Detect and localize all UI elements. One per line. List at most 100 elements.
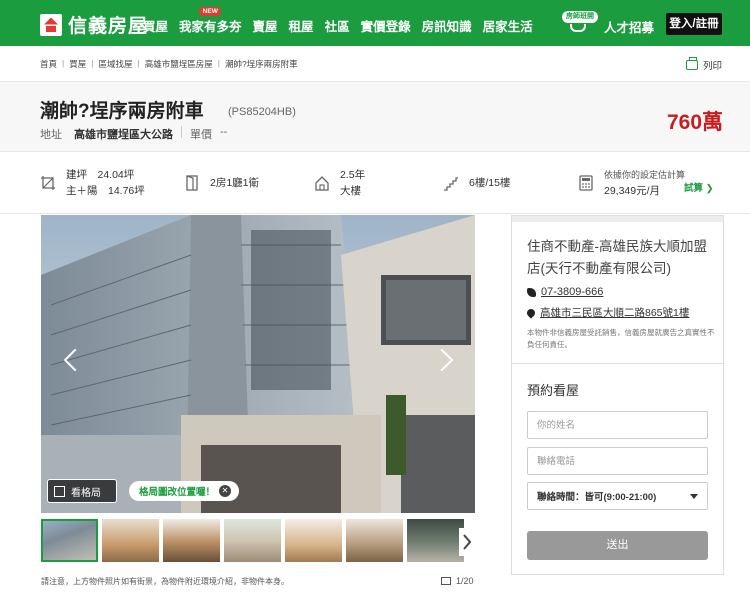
breadcrumb-separator: | — [137, 58, 140, 68]
nav-item-knowledge[interactable]: 房訊知識 — [422, 16, 472, 35]
thumbnail[interactable] — [285, 519, 342, 562]
image-icon — [441, 577, 451, 585]
building-age: 2.5年 — [340, 169, 366, 181]
main-area: 主＋陽 14.76坪 — [66, 185, 145, 197]
floorplan-tip: 格局圖改位置囉！ ✕ — [129, 481, 240, 501]
nav-item-hot[interactable]: NEW 我家有多夯 — [179, 7, 242, 35]
nav-label: 社區 — [324, 20, 350, 34]
breadcrumb-separator: | — [91, 58, 94, 68]
area-info: 建坪 24.04坪 主＋陽 14.76坪 — [40, 167, 145, 199]
thumbnail[interactable] — [346, 519, 403, 562]
agent-address[interactable]: 高雄市三民區大順二路865號1樓 — [525, 305, 690, 320]
house-icon — [315, 176, 329, 191]
listing-header: 潮帥?埕序兩房附車 (PS85204HB) 地址 高雄市鹽埕區大公路 單價 --… — [0, 82, 750, 152]
breadcrumb-buy[interactable]: 買屋 — [69, 58, 86, 70]
thumbnail[interactable] — [407, 519, 464, 562]
agent-address-text: 高雄市三民區大順二路865號1樓 — [540, 307, 690, 319]
nav-label: 居家生活 — [482, 20, 533, 34]
recruit-label: 人才招募 — [604, 21, 655, 35]
floorplan-button[interactable]: 看格局 — [47, 479, 117, 503]
age-text: 2.5年 大樓 — [340, 167, 365, 199]
floorplan-tip-text: 格局圖改位置囉！ — [139, 487, 216, 498]
agent-name: 住商不動產-高雄民族大順加盟店(天行不動產有限公司) — [527, 239, 707, 276]
breadcrumb-area[interactable]: 區域找屋 — [98, 58, 132, 70]
main-nav: 買屋 NEW 我家有多夯 賣屋 租屋 社區 實價登錄 房訊知識 居家生活 — [143, 7, 544, 35]
floorplan-label: 看格局 — [71, 487, 101, 499]
print-label: 列印 — [703, 61, 723, 72]
print-button[interactable]: 列印 — [686, 57, 723, 72]
mortgage-text: 依據你的設定估計算 29,349元/月 — [604, 167, 685, 199]
nav-item-sell[interactable]: 賣屋 — [253, 16, 278, 35]
photo-counter-text: 1/20 — [456, 576, 474, 586]
nav-label: 我家有多夯 — [179, 20, 242, 34]
nav-item-price-records[interactable]: 實價登錄 — [361, 16, 411, 35]
smile-icon — [570, 24, 586, 32]
nav-item-living[interactable]: 居家生活 — [483, 16, 533, 35]
agent-card-top — [512, 216, 723, 222]
calculate-link[interactable]: 試算 ❯ — [684, 180, 714, 194]
new-badge: NEW — [199, 7, 221, 16]
building-photo — [41, 215, 475, 513]
mortgage-note: 依據你的設定估計算 — [604, 170, 686, 180]
area-icon — [41, 176, 55, 190]
nav-item-community[interactable]: 社區 — [325, 16, 350, 35]
contact-time-value: 聯絡時間：皆可(9:00-21:00) — [537, 492, 657, 503]
nav-label: 房訊知識 — [421, 20, 472, 34]
booking-title: 預約看屋 — [527, 383, 580, 398]
nav-item-buy[interactable]: 買屋 — [143, 16, 168, 35]
floorplan-icon — [54, 485, 65, 497]
agent-disclaimer: 本物件非信義房屋受託銷售，信義房屋就廣告之真實性不負任何責任。 — [527, 328, 715, 349]
floor-text: 6樓/15樓 — [469, 177, 511, 189]
agent-phone[interactable]: 07-3809-666 — [527, 286, 603, 298]
breadcrumb-district[interactable]: 高雄市鹽埕區房屋 — [145, 58, 213, 70]
breadcrumb-separator: | — [62, 58, 65, 68]
layout-text: 2房1廳1衛 — [210, 177, 260, 189]
listing-price: 760萬 — [667, 111, 724, 134]
site-logo[interactable]: 信義房屋 — [40, 11, 148, 38]
unit-price-label: 單價 — [190, 129, 212, 141]
nav-label: 租屋 — [288, 20, 314, 34]
printer-icon — [686, 57, 698, 70]
unit-price-value: -- — [220, 126, 228, 138]
recruit-link[interactable]: 房師班開 人才招募 — [558, 11, 666, 35]
building-area: 建坪 24.04坪 — [66, 169, 135, 181]
thumbnail[interactable] — [224, 519, 281, 562]
age-info: 2.5年 大樓 — [314, 167, 365, 199]
breadcrumb-current: 潮帥?埕序兩房附車 — [224, 59, 298, 69]
name-input[interactable] — [527, 411, 708, 439]
main-photo[interactable]: 看格局 格局圖改位置囉！ ✕ — [41, 215, 475, 513]
photo-counter: 1/20 — [441, 576, 474, 586]
contact-time-select[interactable]: 聯絡時間：皆可(9:00-21:00) — [527, 482, 708, 510]
booking-form: 預約看屋 聯絡時間：皆可(9:00-21:00) 送出 — [511, 364, 724, 575]
calculator-icon — [579, 175, 593, 191]
mortgage-info: 依據你的設定估計算 29,349元/月 — [578, 167, 685, 199]
listing-summary: 建坪 24.04坪 主＋陽 14.76坪 2房1廳1衛 2.5年 大樓 6樓/1… — [0, 152, 750, 214]
phone-input[interactable] — [527, 447, 708, 475]
nav-label: 賣屋 — [252, 20, 278, 34]
address-label: 地址 — [40, 129, 62, 141]
house-logo-icon — [40, 13, 62, 36]
close-icon[interactable]: ✕ — [219, 485, 232, 497]
breadcrumb-home[interactable]: 首頁 — [40, 58, 57, 70]
area-text: 建坪 24.04坪 主＋陽 14.76坪 — [66, 167, 145, 199]
thumbnail[interactable] — [163, 519, 220, 562]
recruit-badge: 房師班開 — [562, 11, 598, 23]
chevron-down-icon — [690, 494, 698, 499]
stairs-icon — [444, 177, 458, 191]
address-value: 高雄市鹽埕區大公路 — [74, 129, 173, 141]
breadcrumb: 首頁 | 買屋 | 區域找屋 | 高雄市鹽埕區房屋 | 潮帥?埕序兩房附車 — [40, 58, 298, 70]
listing-code: (PS85204HB) — [228, 106, 296, 118]
login-button[interactable]: 登入/註冊 — [666, 13, 722, 35]
thumbnail[interactable] — [41, 519, 98, 562]
photo-thumbnails — [41, 519, 475, 563]
nav-item-rent[interactable]: 租屋 — [289, 16, 314, 35]
breadcrumb-bar: 首頁 | 買屋 | 區域找屋 | 高雄市鹽埕區房屋 | 潮帥?埕序兩房附車 列印 — [0, 46, 750, 82]
building-type: 大樓 — [340, 185, 361, 197]
thumbnail-next-icon[interactable] — [459, 528, 475, 556]
address-line: 地址 高雄市鹽埕區大公路 單價 -- — [40, 126, 227, 142]
door-icon — [186, 175, 198, 191]
listing-title: 潮帥?埕序兩房附車 — [40, 101, 204, 122]
submit-button[interactable]: 送出 — [527, 531, 708, 560]
thumbnail[interactable] — [102, 519, 159, 562]
agent-phone-text: 07-3809-666 — [541, 286, 604, 298]
